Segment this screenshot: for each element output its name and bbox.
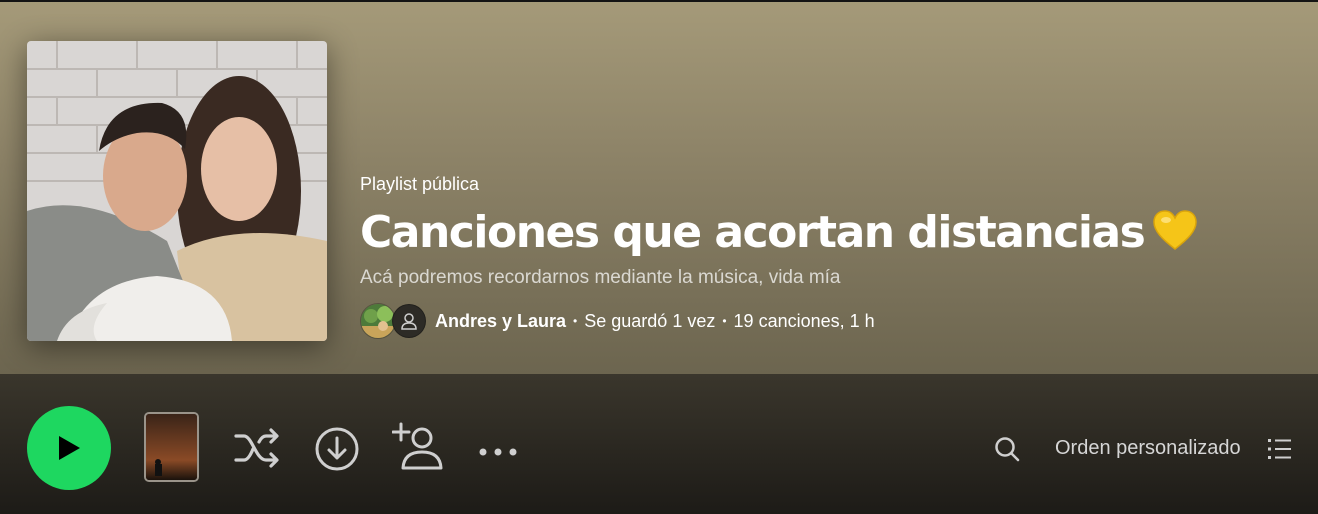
collaborator-avatar[interactable] [392, 304, 426, 339]
download-icon [315, 427, 359, 471]
more-options-icon [479, 448, 517, 456]
playing-preview-thumbnail[interactable] [144, 412, 199, 482]
saved-count: Se guardó 1 vez [584, 310, 716, 331]
user-icon [401, 313, 417, 331]
search-in-playlist-button[interactable] [994, 436, 1020, 467]
more-options-button[interactable] [478, 444, 520, 462]
playlist-title-text: Canciones que acortan distancias [360, 207, 1146, 259]
yellow-heart-icon [1152, 209, 1198, 261]
playlist-header: Playlist pública Canciones que acortan d… [0, 0, 1318, 374]
track-stats: 19 canciones, 1 h [733, 310, 875, 331]
separator-dot: • [722, 314, 727, 329]
shuffle-button[interactable] [234, 428, 282, 473]
playlist-byline: Andres y Laura • Se guardó 1 vez • 19 ca… [360, 303, 1278, 340]
playlist-meta: Playlist pública Canciones que acortan d… [360, 174, 1278, 340]
invite-collaborator-button[interactable] [391, 422, 444, 475]
owner-avatar[interactable] [360, 303, 396, 340]
separator-dot: • [573, 314, 578, 329]
playlist-cover-image[interactable] [27, 41, 327, 341]
action-bar: Orden personalizado [0, 374, 1318, 514]
play-icon [59, 436, 80, 460]
add-collaborator-icon [391, 422, 443, 470]
download-button[interactable] [314, 426, 360, 477]
playlist-description: Acá podremos recordarnos mediante la mús… [360, 267, 841, 289]
list-view-icon [1268, 439, 1291, 459]
sort-order-dropdown[interactable]: Orden personalizado [1055, 437, 1241, 460]
search-icon [995, 437, 1020, 462]
view-mode-button[interactable] [1268, 437, 1292, 466]
shuffle-icon [234, 428, 279, 468]
owner-name-link[interactable]: Andres y Laura [435, 311, 566, 332]
play-button[interactable] [27, 406, 111, 490]
playlist-title[interactable]: Canciones que acortan distancias [360, 209, 1278, 261]
playlist-type-label: Playlist pública [360, 174, 480, 194]
